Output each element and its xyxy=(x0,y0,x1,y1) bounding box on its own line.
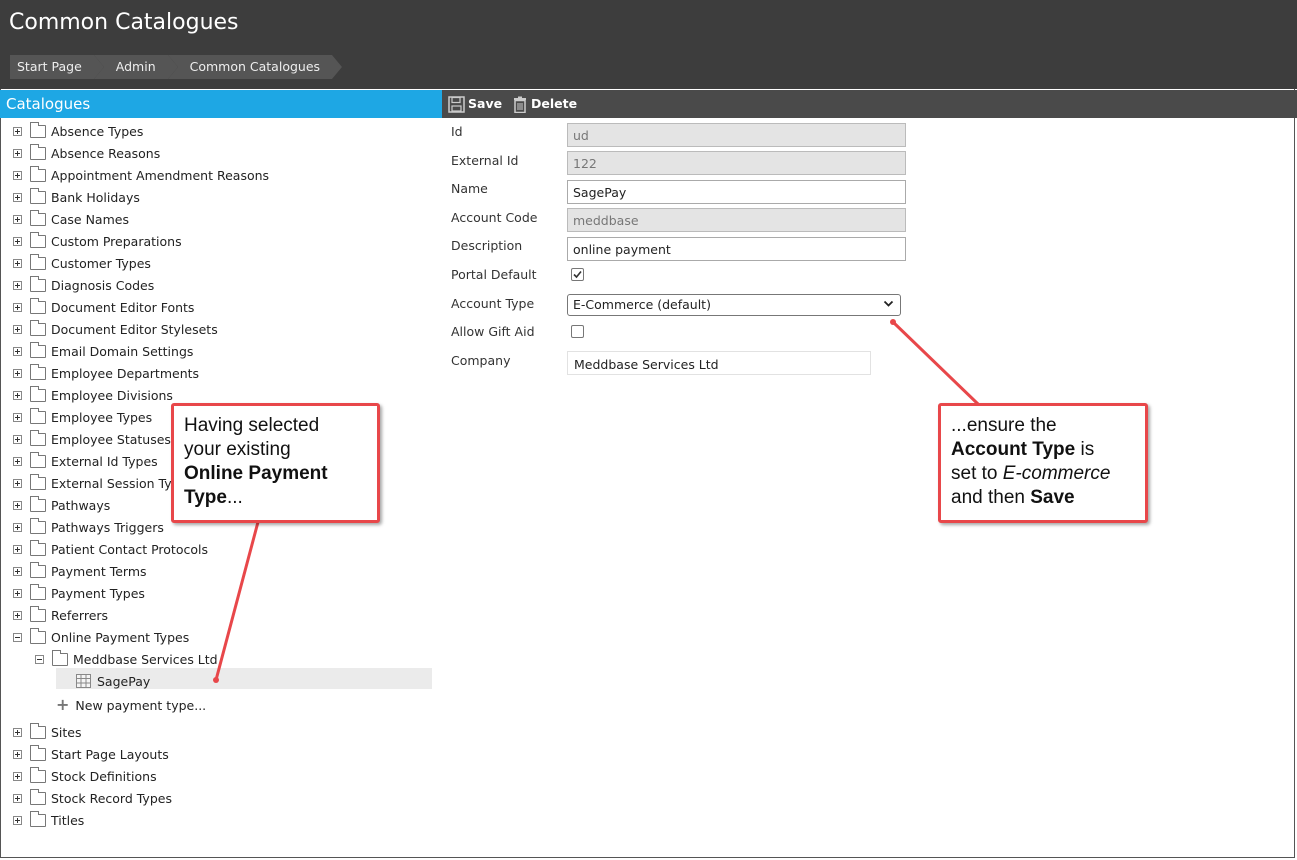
right-callout-bold2: Save xyxy=(1030,487,1075,508)
right-callout-italic: E-commerce xyxy=(1002,463,1111,484)
left-callout: Having selected your existing Online Pay… xyxy=(171,403,380,523)
left-callout-pointer xyxy=(214,521,260,681)
right-callout-text3: and then xyxy=(951,487,1031,508)
left-callout-bold: Online Payment xyxy=(184,463,328,484)
left-callout-bold2: Type xyxy=(184,487,227,508)
right-callout-line1: ...ensure the xyxy=(951,415,1057,436)
right-callout-text1: is xyxy=(1075,439,1095,460)
right-callout-text2: set to xyxy=(951,463,1003,484)
right-callout-bold1: Account Type xyxy=(951,439,1076,460)
left-callout-line2: your existing xyxy=(184,439,291,460)
right-callout: ...ensure the Account Type is set to E-c… xyxy=(938,403,1148,523)
left-callout-tail: ... xyxy=(226,487,243,508)
left-callout-dot xyxy=(213,677,219,683)
left-callout-line1: Having selected xyxy=(184,415,320,436)
right-callout-pointer xyxy=(891,320,980,406)
right-callout-dot xyxy=(890,319,896,325)
